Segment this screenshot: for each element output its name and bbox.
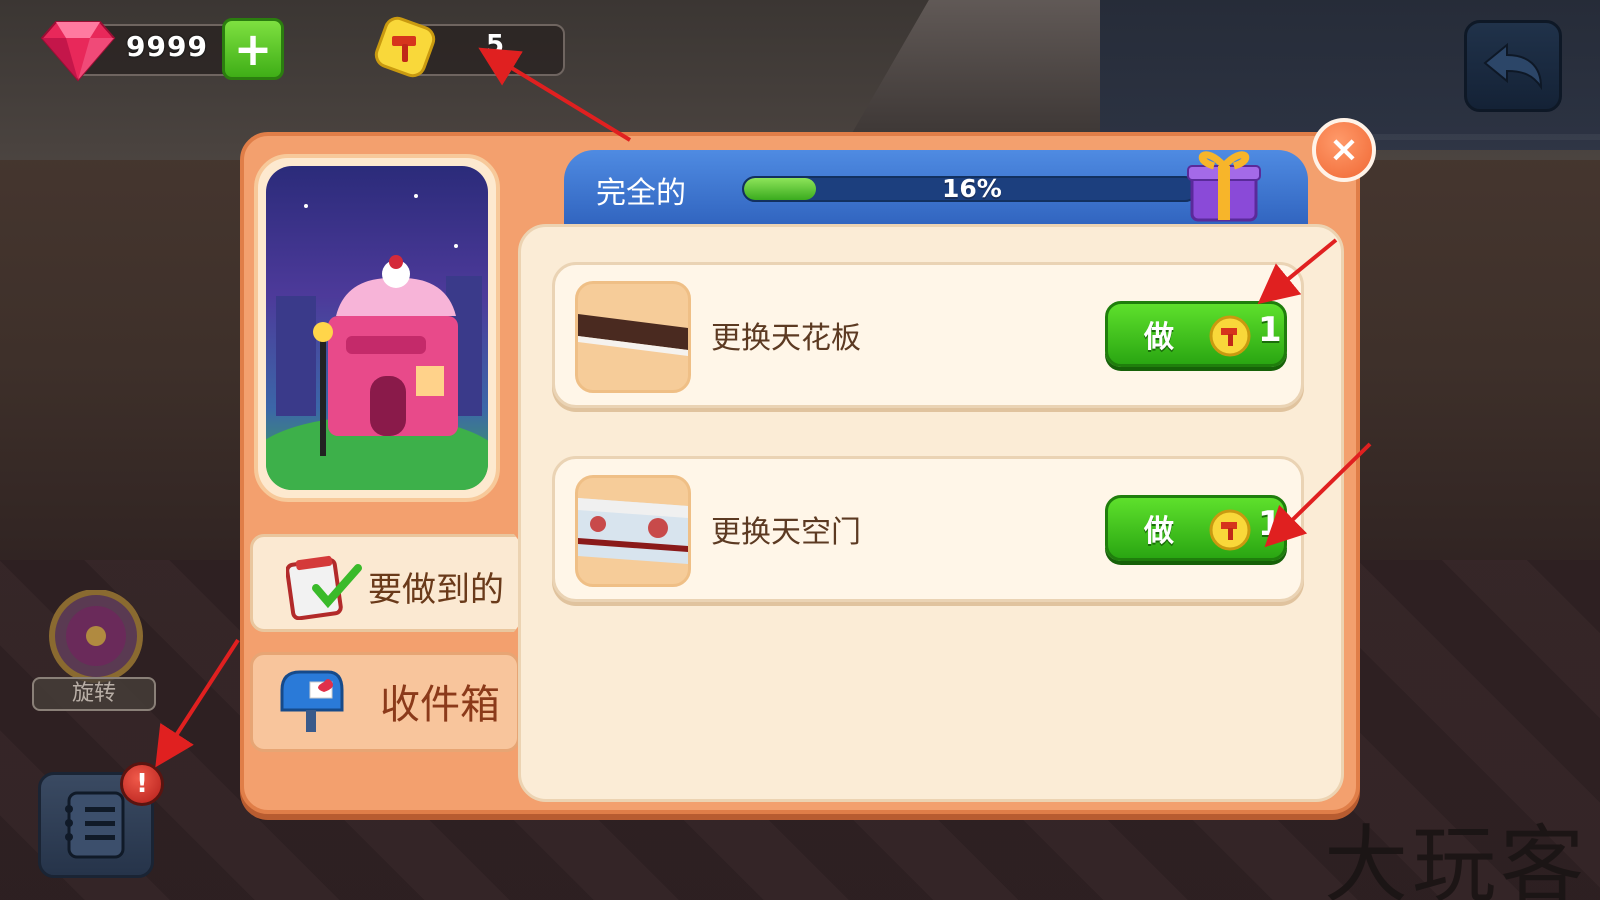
progress-title: 完全的 [596, 176, 686, 211]
do-task-button[interactable]: 做 1 [1105, 495, 1287, 561]
task-name: 更换天花板 [711, 321, 861, 356]
add-gems-button[interactable]: + [222, 18, 284, 80]
progress-bar-fill [744, 178, 817, 200]
close-icon: × [1328, 129, 1360, 170]
progress-percent: 16% [942, 174, 1002, 203]
spin-wheel-icon[interactable] [36, 590, 156, 690]
watermark: 大玩客 [1324, 816, 1589, 900]
ceiling-thumbnail [575, 281, 691, 393]
hammer-icon [374, 16, 436, 78]
task-cost: 1 [1258, 310, 1282, 350]
hammer-count: 5 [486, 30, 505, 60]
hammer-coin-icon [1209, 315, 1251, 357]
gem-icon [40, 21, 116, 82]
do-button-label: 做 [1144, 514, 1174, 549]
close-button[interactable]: × [1312, 118, 1376, 182]
alert-badge: ! [120, 762, 164, 806]
tab-todo-label: 要做到的 [368, 570, 504, 610]
back-arrow-icon [1483, 42, 1543, 91]
love-cake-shop-image [266, 166, 488, 490]
tab-inbox-label: 收件箱 [380, 682, 500, 728]
back-button[interactable] [1464, 20, 1562, 112]
task-name: 更换天空门 [711, 515, 861, 550]
spin-label[interactable]: 旋转 [32, 677, 156, 711]
notebook-icon [65, 791, 125, 859]
shop-portrait [254, 154, 500, 502]
mailbox-icon [280, 670, 344, 732]
do-button-label: 做 [1144, 320, 1174, 355]
checklist-icon [286, 555, 362, 620]
hammer-coin-icon [1209, 509, 1251, 551]
do-task-button[interactable]: 做 1 [1105, 301, 1287, 367]
cake-shop-illustration [266, 194, 488, 490]
task-card: 更换天花板 做 1 [552, 262, 1304, 408]
gem-count: 9999 [126, 30, 208, 63]
task-cost: 1 [1258, 504, 1282, 544]
skylight-thumbnail [575, 475, 691, 587]
task-card: 更换天空门 做 1 [552, 456, 1304, 602]
gift-icon[interactable] [1184, 140, 1264, 224]
plus-icon: + [233, 22, 273, 76]
